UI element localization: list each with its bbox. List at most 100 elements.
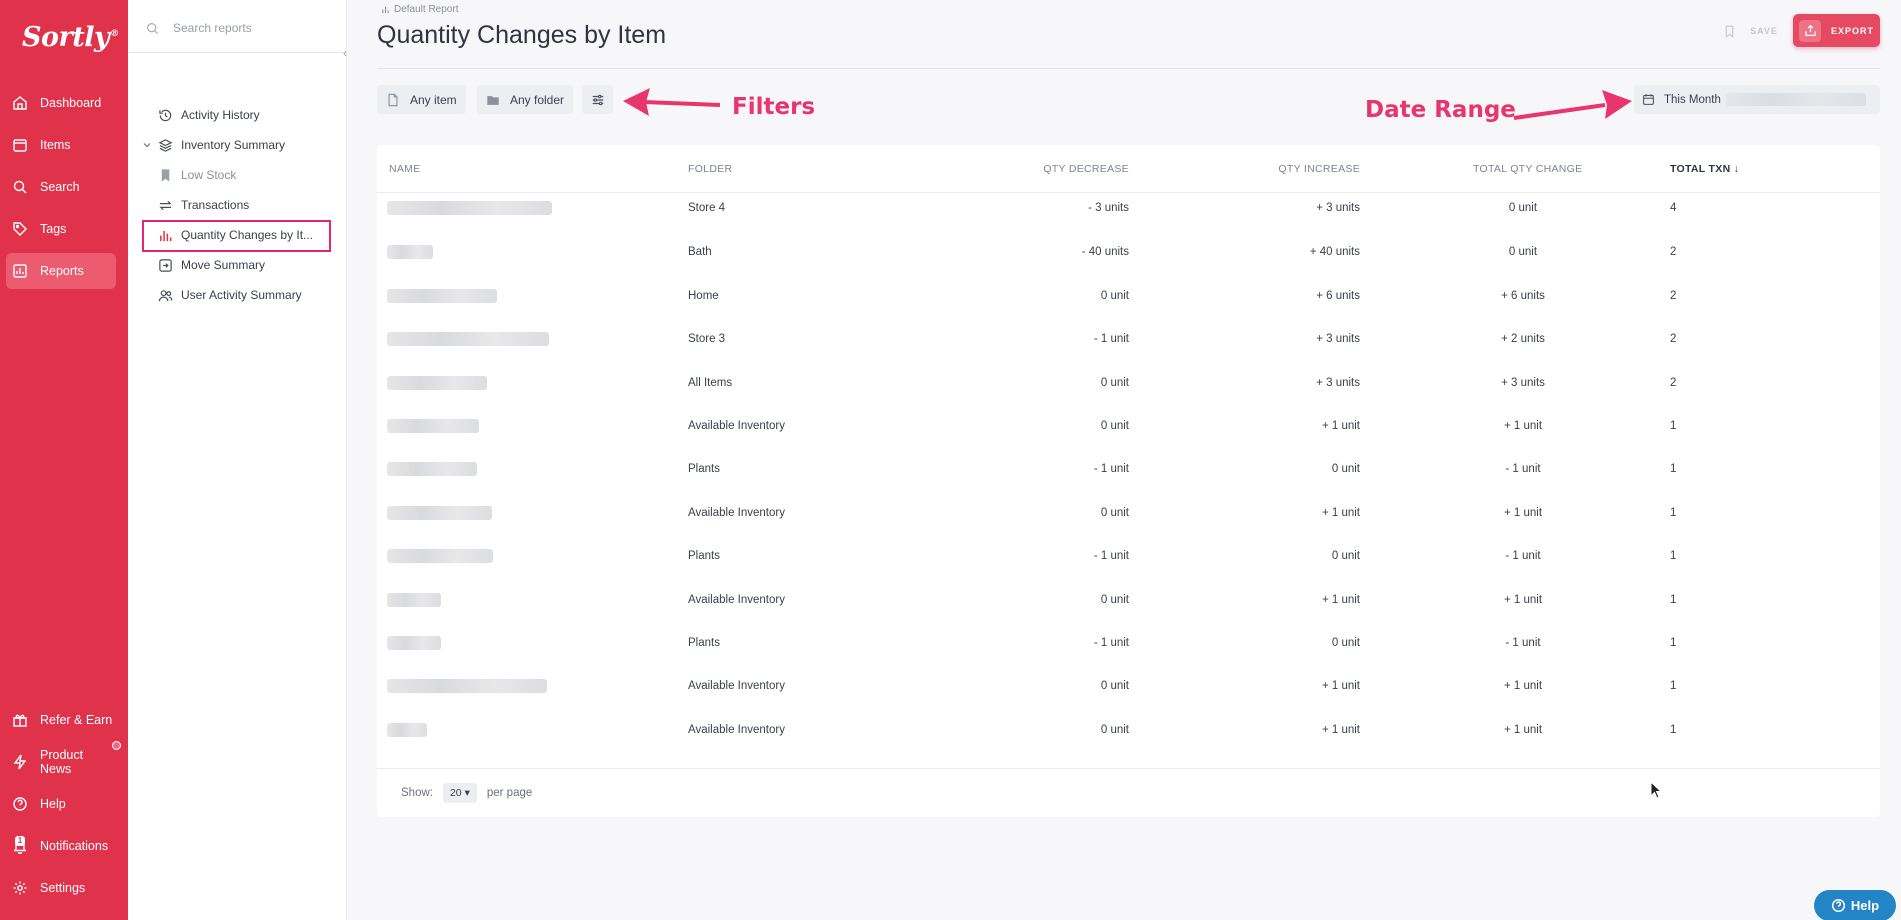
cell-folder: Bath bbox=[688, 246, 712, 258]
redacted-item-name bbox=[387, 376, 487, 390]
col-total-qty-change[interactable]: TOTAL QTY CHANGE bbox=[1473, 163, 1582, 175]
col-name[interactable]: NAME bbox=[389, 163, 421, 175]
cell-total-txn: 2 bbox=[1670, 290, 1677, 302]
cell-qty-decrease: - 3 units bbox=[1088, 202, 1129, 214]
selected-report-highlight bbox=[142, 220, 331, 252]
table-row[interactable]: All Items 0 unit + 3 units + 3 units 2 bbox=[377, 363, 1880, 406]
cell-total-txn: 1 bbox=[1670, 637, 1677, 649]
cell-total-qty-change: + 1 unit bbox=[1503, 680, 1543, 692]
sidebar-item-label: Low Stock bbox=[181, 168, 237, 182]
nav-help[interactable]: Help bbox=[6, 786, 116, 822]
sidebar-item-label: Inventory Summary bbox=[181, 138, 286, 152]
nav-search[interactable]: Search bbox=[6, 169, 116, 205]
cell-total-txn: 2 bbox=[1670, 246, 1677, 258]
cell-qty-increase: + 3 units bbox=[1316, 202, 1360, 214]
cell-qty-decrease: 0 unit bbox=[1100, 377, 1129, 389]
cell-folder: Available Inventory bbox=[688, 680, 785, 692]
cell-qty-decrease: 0 unit bbox=[1100, 680, 1129, 692]
redacted-item-name bbox=[387, 332, 549, 346]
table-row[interactable]: Available Inventory 0 unit + 1 unit + 1 uni… bbox=[377, 666, 1880, 709]
table-row[interactable]: Available Inventory 0 unit + 1 unit + 1 uni… bbox=[377, 406, 1880, 449]
breadcrumb[interactable]: Default Report bbox=[381, 4, 458, 15]
help-chat-button[interactable]: Help bbox=[1814, 890, 1896, 920]
nav-settings[interactable]: Settings bbox=[6, 870, 116, 906]
cell-qty-increase: + 1 unit bbox=[1321, 680, 1360, 692]
search-icon bbox=[13, 180, 27, 194]
search-reports-input[interactable] bbox=[173, 21, 323, 35]
sidebar-divider bbox=[128, 52, 346, 53]
notification-badge: 1 bbox=[15, 836, 25, 846]
save-label: SAVE bbox=[1750, 26, 1778, 36]
col-qty-decrease[interactable]: QTY DECREASE bbox=[1043, 163, 1129, 175]
table-header: NAME FOLDER QTY DECREASE QTY INCREASE TO… bbox=[377, 145, 1880, 193]
sidebar-item-low-stock[interactable]: Low Stock bbox=[158, 163, 236, 187]
advanced-filters-button[interactable] bbox=[582, 85, 613, 114]
per-page-select[interactable]: 20 ▾ bbox=[442, 783, 477, 803]
cell-folder: Plants bbox=[688, 637, 720, 649]
date-range-label: This Month bbox=[1664, 93, 1721, 106]
cell-total-qty-change: + 6 units bbox=[1501, 290, 1545, 302]
tag-icon bbox=[13, 222, 27, 236]
page-title: Quantity Changes by Item bbox=[377, 21, 667, 49]
filter-any-folder[interactable]: Any folder bbox=[477, 85, 574, 114]
nav-label: Refer & Earn bbox=[40, 713, 113, 727]
cell-folder: Available Inventory bbox=[688, 724, 785, 736]
sidebar-item-activity-history[interactable]: Activity History bbox=[158, 103, 260, 127]
nav-label: Notifications bbox=[40, 839, 109, 853]
breadcrumb-label: Default Report bbox=[394, 4, 459, 15]
cell-folder: Available Inventory bbox=[688, 594, 785, 606]
sortly-logo[interactable]: Sortly® bbox=[22, 22, 119, 53]
table-row[interactable]: Available Inventory 0 unit + 1 unit + 1 uni… bbox=[377, 493, 1880, 536]
col-total-txn[interactable]: TOTAL TXN ↓ bbox=[1670, 163, 1739, 175]
table-row[interactable]: Home 0 unit + 6 units + 6 units 2 bbox=[377, 276, 1880, 319]
nav-items[interactable]: Items bbox=[6, 127, 116, 163]
calendar-icon bbox=[1643, 94, 1654, 105]
chevron-down-icon[interactable] bbox=[142, 140, 152, 150]
sidebar-item-transactions[interactable]: Transactions bbox=[158, 193, 249, 217]
reports-sidebar: ‹ Activity History Inventory Summary Low… bbox=[128, 0, 347, 920]
annotation-date-range: Date Range bbox=[1365, 97, 1516, 123]
table-row[interactable]: Plants - 1 unit 0 unit - 1 unit 1 bbox=[377, 449, 1880, 492]
col-qty-increase[interactable]: QTY INCREASE bbox=[1278, 163, 1360, 175]
search-icon bbox=[147, 22, 159, 34]
cell-total-qty-change: + 2 units bbox=[1501, 333, 1545, 345]
nav-notifications[interactable]: Notifications bbox=[6, 828, 116, 864]
report-search bbox=[146, 12, 336, 44]
cell-folder: Home bbox=[688, 290, 719, 302]
nav-refer-earn[interactable]: Refer & Earn bbox=[6, 702, 116, 738]
table-row[interactable]: Available Inventory 0 unit + 1 unit + 1 uni… bbox=[377, 710, 1880, 753]
export-button[interactable]: EXPORT bbox=[1793, 14, 1880, 47]
nav-label: Search bbox=[40, 180, 80, 194]
collapse-sidebar-icon[interactable]: ‹ bbox=[338, 46, 352, 60]
table-row[interactable]: Bath - 40 units + 40 units 0 unit 2 bbox=[377, 232, 1880, 275]
table-row[interactable]: Plants - 1 unit 0 unit - 1 unit 1 bbox=[377, 623, 1880, 666]
table-row[interactable]: Store 4 - 3 units + 3 units 0 unit 4 bbox=[377, 188, 1880, 231]
nav-reports[interactable]: Reports bbox=[6, 253, 116, 289]
per-page-label: per page bbox=[486, 787, 533, 799]
redacted-item-name bbox=[387, 201, 552, 215]
reports-icon bbox=[13, 264, 27, 278]
cell-qty-decrease: 0 unit bbox=[1100, 724, 1129, 736]
nav-product-news[interactable]: Product News bbox=[6, 744, 116, 780]
sidebar-item-move-summary[interactable]: Move Summary bbox=[158, 253, 265, 277]
save-button[interactable]: SAVE bbox=[1714, 17, 1787, 45]
redacted-item-name bbox=[387, 245, 433, 259]
nav-tags[interactable]: Tags bbox=[6, 211, 116, 247]
date-range-picker[interactable]: This Month bbox=[1634, 85, 1880, 114]
cell-total-txn: 4 bbox=[1670, 202, 1677, 214]
main-nav: Sortly® Dashboard Items Search Tags Repo… bbox=[0, 0, 128, 920]
sidebar-item-user-activity-summary[interactable]: User Activity Summary bbox=[158, 283, 302, 307]
cell-folder: Available Inventory bbox=[688, 420, 785, 432]
layers-icon bbox=[158, 138, 173, 152]
sidebar-item-inventory-summary[interactable]: Inventory Summary bbox=[158, 133, 285, 157]
filter-any-item[interactable]: Any item bbox=[377, 85, 466, 114]
table-row[interactable]: Available Inventory 0 unit + 1 unit + 1 uni… bbox=[377, 580, 1880, 623]
col-folder[interactable]: FOLDER bbox=[688, 163, 732, 175]
table-row[interactable]: Store 3 - 1 unit + 3 units + 2 units 2 bbox=[377, 319, 1880, 362]
cell-qty-decrease: 0 unit bbox=[1100, 290, 1129, 302]
nav-dashboard[interactable]: Dashboard bbox=[6, 85, 116, 121]
table-row[interactable]: Plants - 1 unit 0 unit - 1 unit 1 bbox=[377, 536, 1880, 579]
cell-qty-increase: + 1 unit bbox=[1321, 724, 1360, 736]
cell-total-qty-change: + 1 unit bbox=[1503, 594, 1543, 606]
cell-qty-decrease: - 1 unit bbox=[1093, 463, 1129, 475]
